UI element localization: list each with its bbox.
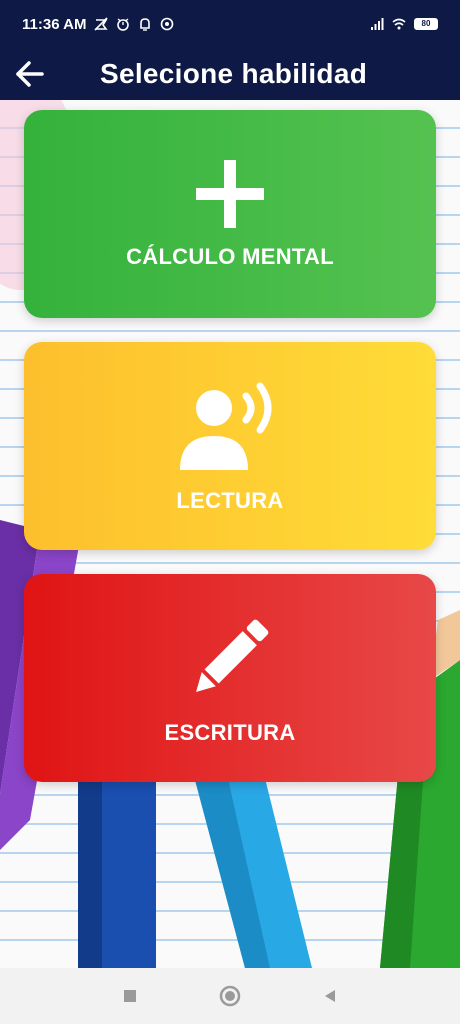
option-label: CÁLCULO MENTAL	[126, 244, 334, 269]
status-bar: 11:36 AM 80	[0, 0, 460, 48]
bell-icon	[140, 18, 151, 31]
option-label: LECTURA	[176, 488, 284, 513]
status-left: 11:36 AM	[22, 16, 174, 33]
arrow-left-icon	[16, 61, 44, 87]
option-label: ESCRITURA	[164, 720, 296, 745]
pencil-icon	[196, 619, 269, 692]
speaking-person-icon	[180, 382, 272, 470]
back-button[interactable]	[4, 48, 56, 100]
option-lectura[interactable]: LECTURA	[24, 342, 436, 550]
wifi-icon	[392, 18, 406, 30]
app-bar: Selecione habilidad	[0, 48, 460, 100]
option-calculo-mental[interactable]: CÁLCULO MENTAL	[24, 110, 436, 318]
status-right: 80	[370, 17, 438, 31]
option-escritura[interactable]: ESCRITURA	[24, 574, 436, 782]
navigation-bar	[0, 968, 460, 1024]
back-triangle-icon	[325, 990, 335, 1002]
status-time: 11:36 AM	[22, 15, 87, 33]
plus-icon	[196, 160, 264, 228]
alarm-icon	[117, 18, 130, 31]
battery-icon: 80	[414, 18, 438, 30]
back-nav-button[interactable]	[316, 982, 344, 1010]
recents-button[interactable]	[116, 982, 144, 1010]
signal-icon	[371, 18, 384, 30]
page-title: Selecione habilidad	[100, 58, 368, 89]
home-circle-icon	[219, 985, 241, 1007]
recents-square-icon	[124, 990, 136, 1002]
muted-cross-icon	[94, 17, 109, 31]
whatsapp-icon	[161, 17, 174, 31]
home-button[interactable]	[216, 982, 244, 1010]
